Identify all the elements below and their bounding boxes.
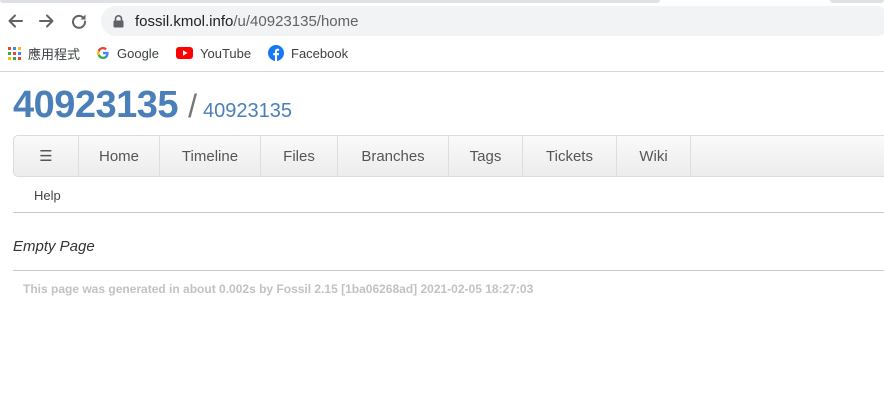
navigation-bar: fossil.kmol.info/u/40923135/home bbox=[0, 6, 884, 36]
forward-button[interactable] bbox=[32, 6, 62, 36]
help-link[interactable]: Help bbox=[34, 188, 61, 203]
bookmark-label: YouTube bbox=[200, 45, 252, 61]
bookmark-youtube[interactable]: YouTube bbox=[176, 42, 251, 64]
tab-strip-edge bbox=[0, 0, 884, 4]
hamburger-menu-button[interactable]: ☰ bbox=[14, 136, 79, 176]
bookmark-apps[interactable]: 應用程式 bbox=[8, 42, 80, 64]
project-title: 40923135 bbox=[13, 84, 179, 126]
main-menu: ☰ Home Timeline Files Branches Tags Tick… bbox=[13, 135, 884, 177]
forward-arrow-icon bbox=[39, 14, 54, 28]
new-tab-edge bbox=[830, 0, 884, 3]
reload-icon bbox=[72, 14, 87, 29]
page-header: 40923135/40923135 bbox=[13, 84, 292, 127]
reload-button[interactable] bbox=[64, 6, 94, 36]
url-text: fossil.kmol.info/u/40923135/home bbox=[135, 13, 358, 30]
menu-label: Branches bbox=[361, 147, 425, 165]
page-subtitle: 40923135 bbox=[202, 100, 292, 122]
bookmarks-bar: 應用程式 Google YouTube Facebook bbox=[0, 42, 884, 64]
url-host: fossil.kmol.info bbox=[135, 12, 234, 30]
menu-item-branches[interactable]: Branches bbox=[338, 136, 449, 176]
menu-label: Wiki bbox=[639, 147, 668, 165]
footer-divider bbox=[13, 270, 884, 271]
title-separator: / bbox=[188, 88, 197, 124]
back-arrow-icon bbox=[8, 14, 23, 28]
menu-item-wiki[interactable]: Wiki bbox=[617, 136, 691, 176]
lock-icon bbox=[113, 14, 125, 28]
active-tab-edge bbox=[0, 0, 660, 3]
bookmark-google[interactable]: Google bbox=[96, 42, 159, 64]
url-path: /u/40923135/home bbox=[233, 12, 359, 30]
bookmark-label: Google bbox=[117, 45, 159, 61]
youtube-icon bbox=[176, 47, 193, 59]
google-icon bbox=[96, 46, 110, 60]
browser-chrome: fossil.kmol.info/u/40923135/home 應用程式 Go… bbox=[0, 0, 884, 72]
address-bar[interactable]: fossil.kmol.info/u/40923135/home bbox=[101, 6, 884, 36]
menu-item-files[interactable]: Files bbox=[261, 136, 338, 176]
fossil-page: 40923135/40923135 ☰ Home Timeline Files … bbox=[0, 72, 884, 416]
page-content: Empty Page bbox=[13, 238, 95, 255]
menu-item-timeline[interactable]: Timeline bbox=[160, 136, 261, 176]
hamburger-icon: ☰ bbox=[39, 148, 53, 165]
menu-item-tickets[interactable]: Tickets bbox=[523, 136, 617, 176]
menu-label: Tags bbox=[469, 147, 502, 165]
back-button[interactable] bbox=[0, 6, 30, 36]
apps-grid-icon bbox=[8, 46, 21, 60]
menu-item-home[interactable]: Home bbox=[79, 136, 160, 176]
menu-label: Timeline bbox=[181, 147, 239, 165]
bookmark-facebook[interactable]: Facebook bbox=[268, 42, 348, 64]
menu-label: Home bbox=[98, 147, 139, 165]
bookmark-label: Facebook bbox=[291, 45, 349, 61]
sub-menu: Help bbox=[13, 178, 884, 213]
menu-item-tags[interactable]: Tags bbox=[449, 136, 523, 176]
page-footer: This page was generated in about 0.002s … bbox=[23, 282, 534, 296]
menu-label: Files bbox=[283, 147, 315, 165]
facebook-icon bbox=[268, 45, 284, 61]
bookmark-label: 應用程式 bbox=[28, 46, 81, 62]
menu-label: Tickets bbox=[546, 147, 593, 165]
